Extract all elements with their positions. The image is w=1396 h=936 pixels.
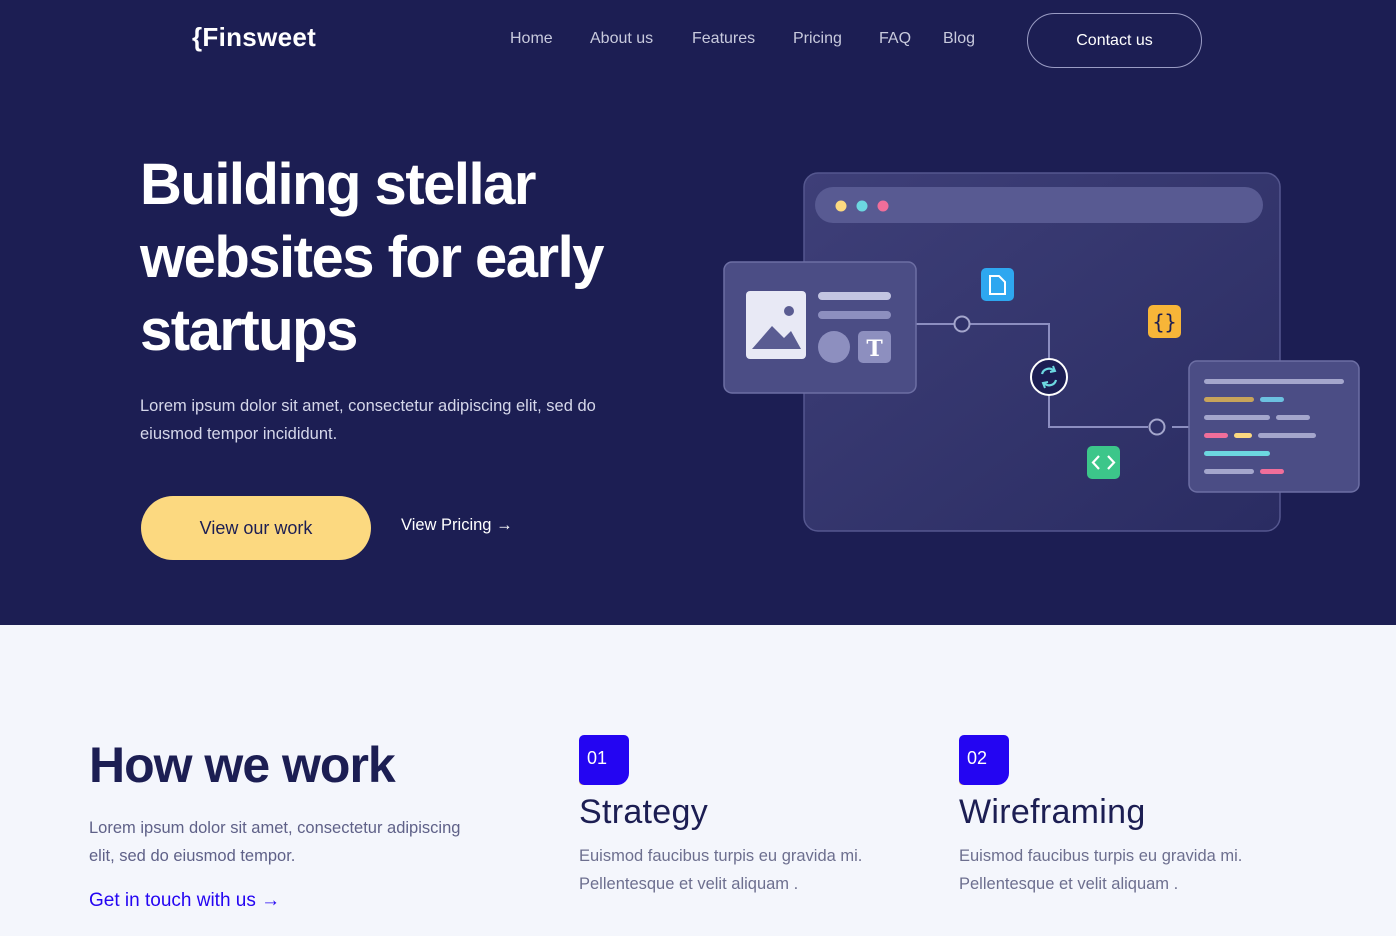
hero-section: {Finsweet Home About us Features Pricing… [0, 0, 1396, 625]
step-number-badge: 01 [579, 735, 631, 787]
view-pricing-link[interactable]: View Pricing → [401, 516, 513, 535]
media-card: T [723, 261, 917, 394]
contact-us-button[interactable]: Contact us [1027, 13, 1202, 68]
hero-title: Building stellar websites for early star… [140, 152, 605, 363]
nav-pricing[interactable]: Pricing [793, 30, 842, 48]
window-dot-pink [877, 200, 889, 212]
step-title: Strategy [579, 793, 709, 831]
window-dot-cyan [856, 200, 868, 212]
braces-icon: {} [1148, 305, 1181, 338]
step-card-strategy: 01 Strategy Euismod faucibus turpis eu g… [579, 735, 899, 898]
image-icon [746, 291, 806, 359]
step-description: Euismod faucibus turpis eu gravida mi. P… [959, 847, 1243, 893]
nav-home[interactable]: Home [510, 30, 553, 48]
nav-about-us[interactable]: About us [590, 30, 653, 48]
get-in-touch-link[interactable]: Get in touch with us → [89, 890, 280, 912]
view-our-work-button[interactable]: View our work [141, 496, 371, 560]
how-we-work-subtitle: Lorem ipsum dolor sit amet, consectetur … [89, 819, 461, 865]
step-number: 02 [967, 748, 988, 768]
svg-text:T: T [866, 336, 883, 362]
sync-icon [1030, 358, 1068, 396]
file-icon [981, 268, 1014, 301]
step-title: Wireframing [959, 793, 1146, 831]
step-description: Euismod faucibus turpis eu gravida mi. P… [579, 847, 863, 893]
nav-features[interactable]: Features [692, 30, 755, 48]
how-we-work-title: How we work [89, 737, 396, 793]
step-number-badge: 02 [959, 735, 1011, 787]
code-card [1188, 360, 1360, 493]
nav-faq[interactable]: FAQ [879, 30, 911, 48]
connector-node [953, 315, 971, 333]
connector-node [1148, 418, 1166, 436]
hero-illustration: T {} [720, 170, 1365, 540]
svg-text:{}: {} [1152, 310, 1176, 334]
code-icon [1087, 446, 1120, 479]
step-card-wireframing: 02 Wireframing Euismod faucibus turpis e… [959, 735, 1279, 898]
step-number: 01 [587, 748, 608, 768]
window-dot-yellow [835, 200, 847, 212]
hero-subtitle: Lorem ipsum dolor sit amet, consectetur … [140, 397, 596, 443]
text-icon: T [858, 331, 891, 363]
nav-blog[interactable]: Blog [943, 30, 975, 48]
logo[interactable]: {Finsweet [192, 22, 316, 53]
